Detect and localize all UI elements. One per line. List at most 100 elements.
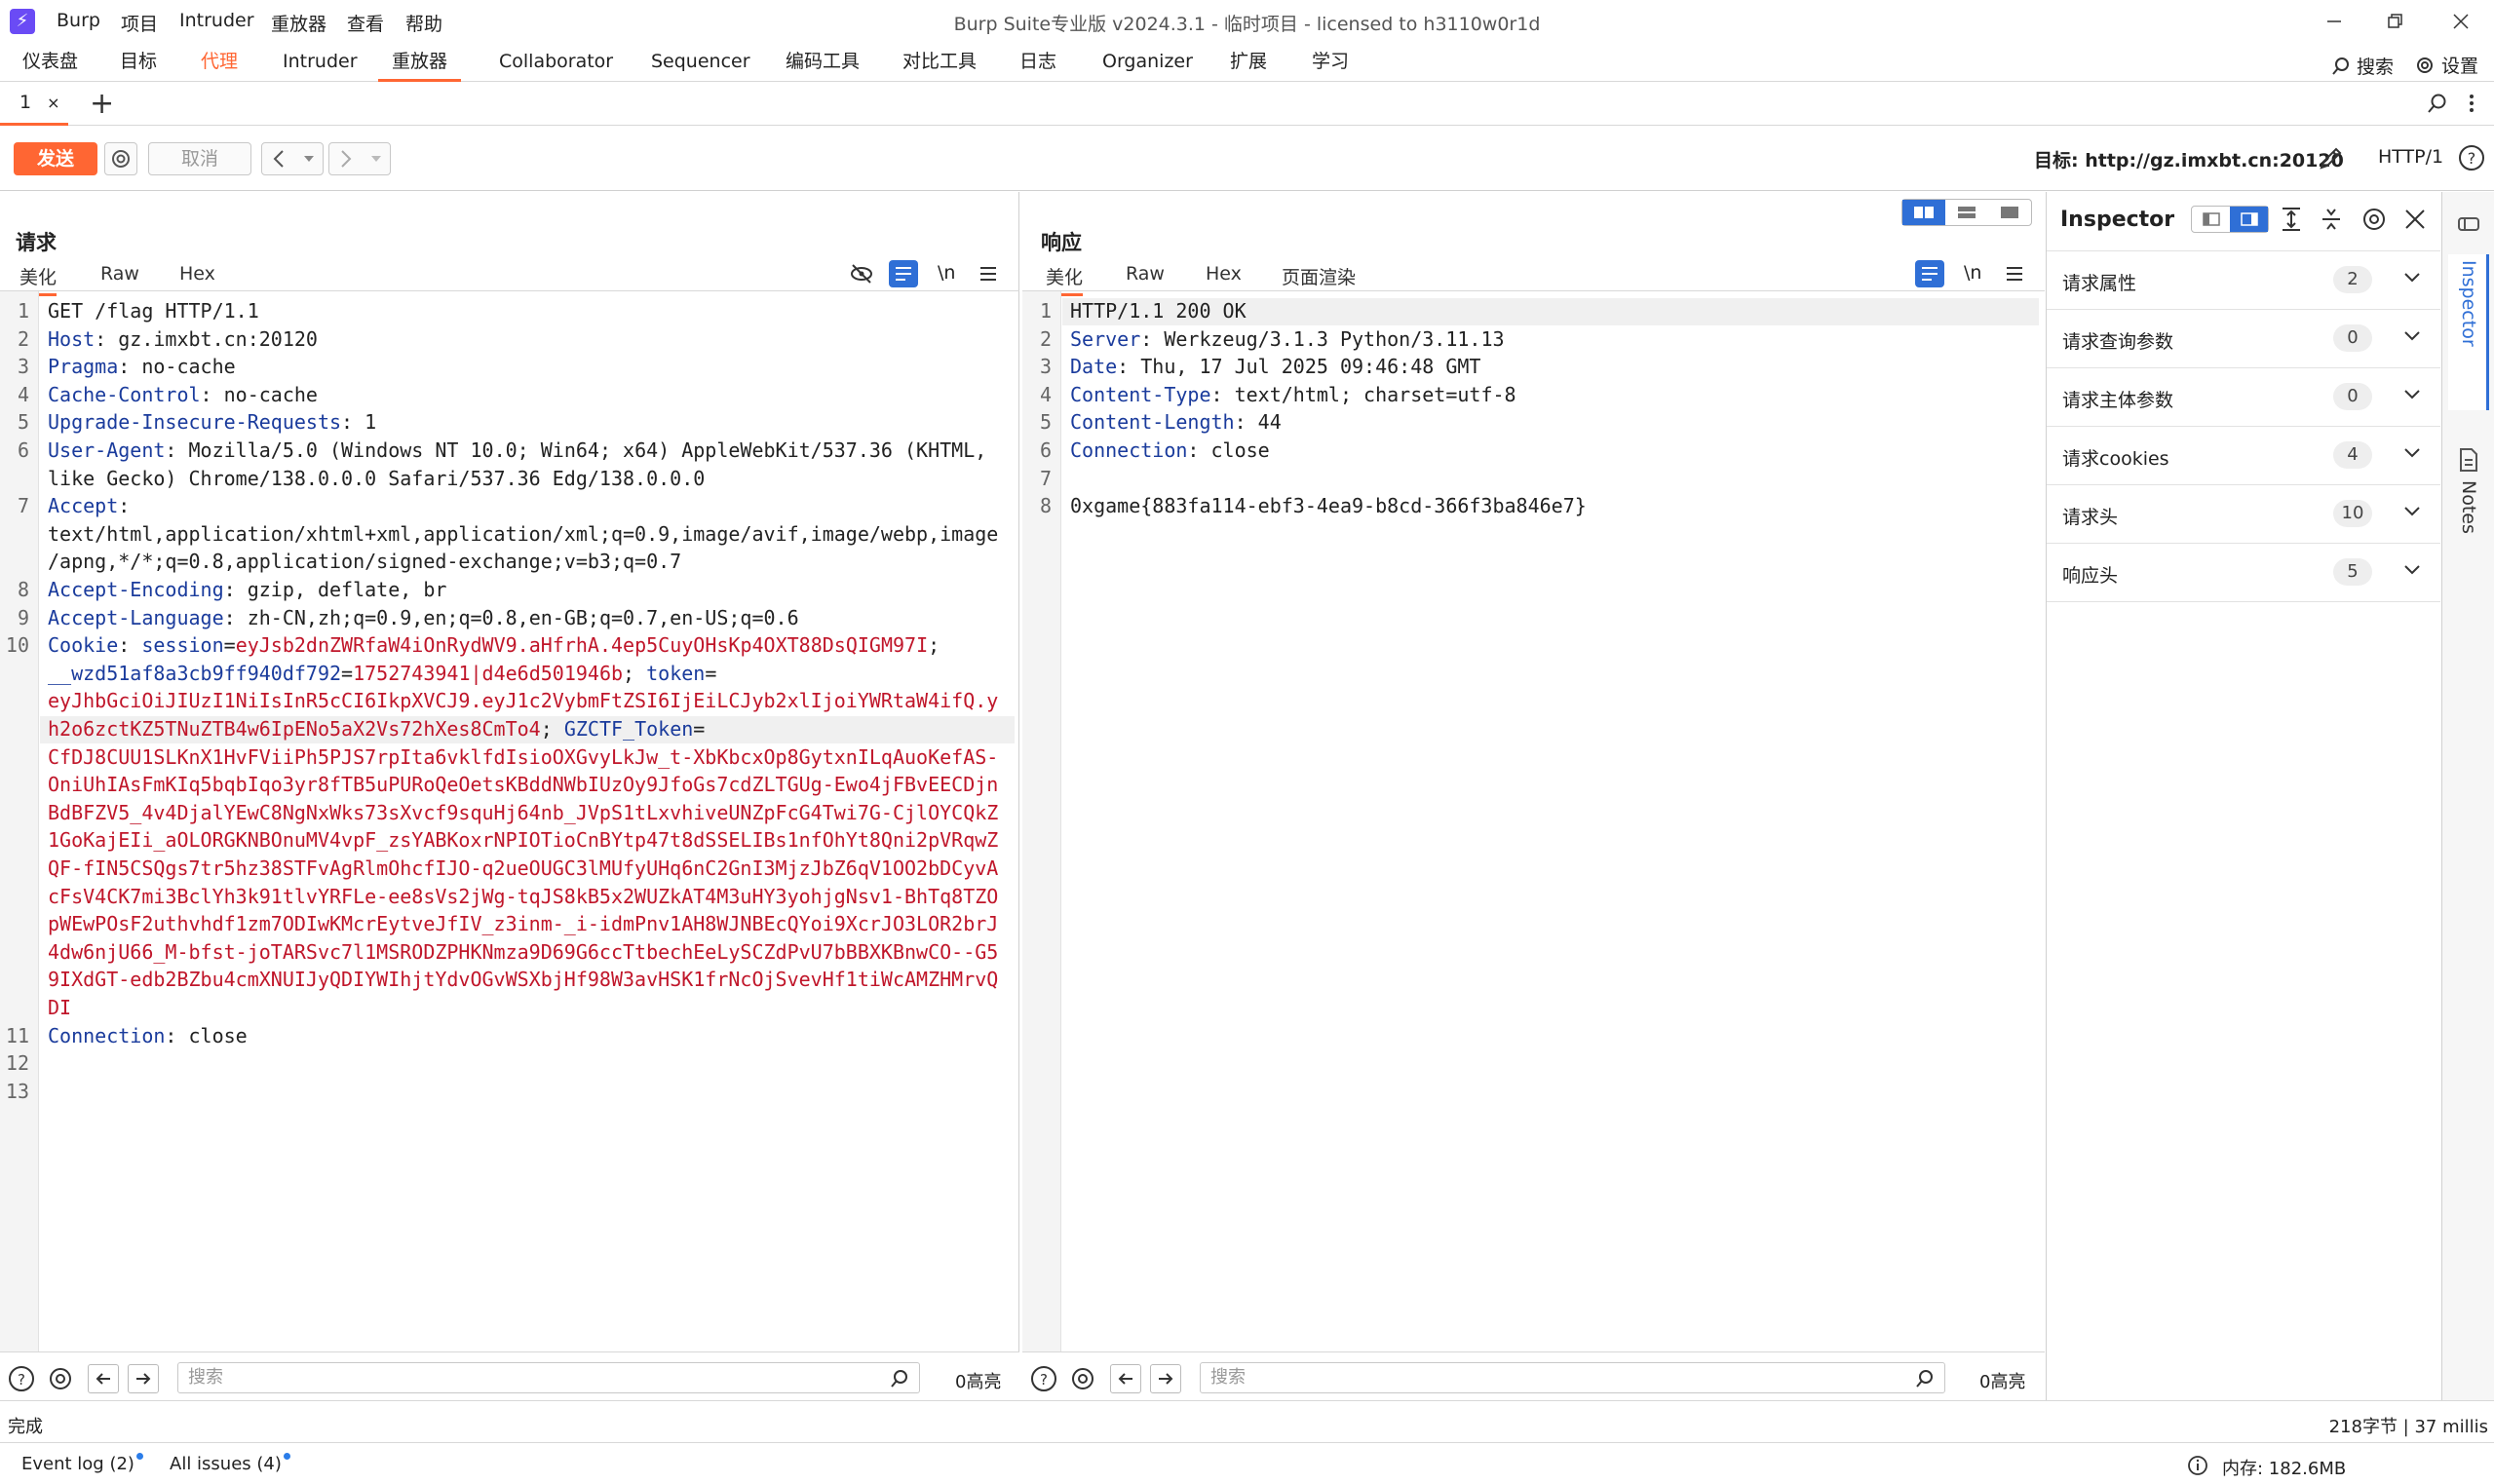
all-issues-button[interactable]: All issues (4) <box>170 1453 290 1474</box>
code-line: 0xgame{883fa114-ebf3-4ea9-b8cd-366f3ba84… <box>1070 492 1587 520</box>
inspector-layout-right-button[interactable] <box>2230 207 2268 232</box>
inspector-rail-tab[interactable]: Inspector <box>2448 254 2489 410</box>
history-forward-button[interactable] <box>328 142 391 175</box>
response-pane: 响应 美化 Raw Hex 页面渲染 \n 1 HTTP/1.1 200 OK 2 S… <box>1022 192 2045 1400</box>
tab-collaborator[interactable]: Collaborator <box>485 45 627 82</box>
code-line: GET /flag HTTP/1.1 <box>48 297 259 325</box>
inspector-row-request-headers[interactable]: 请求头 10 <box>2047 485 2440 544</box>
code-text: = <box>223 633 236 658</box>
send-settings-button[interactable] <box>104 142 137 175</box>
history-back-button[interactable] <box>261 142 324 175</box>
request-search-input[interactable]: 搜索 <box>177 1362 920 1393</box>
search-prev-button[interactable] <box>88 1364 119 1393</box>
search-prev-button[interactable] <box>1110 1364 1141 1393</box>
response-tab-render[interactable]: 页面渲染 <box>1282 263 1356 289</box>
global-search-button[interactable]: 搜索 <box>2331 53 2394 79</box>
send-button[interactable]: 发送 <box>14 142 97 175</box>
header-name: Host <box>48 326 96 351</box>
response-menu-icon[interactable] <box>2005 264 2024 284</box>
event-log-button[interactable]: Event log (2) <box>21 1453 143 1474</box>
hide-nonprintable-icon[interactable] <box>849 262 874 285</box>
global-settings-button[interactable]: 设置 <box>2414 52 2478 78</box>
notification-dot <box>135 1453 143 1460</box>
wrap-lines-toggle[interactable] <box>1915 260 1944 287</box>
tab-logger[interactable]: 日志 <box>1006 45 1070 82</box>
cookie-value: BdBFZV5_4v4DjalYEwC8NgNxWks73sXvcf9squHj… <box>48 800 999 824</box>
layout-tabs-button[interactable] <box>1988 200 2031 225</box>
response-tab-raw[interactable]: Raw <box>1126 263 1165 285</box>
show-newlines-toggle[interactable]: \n <box>938 262 955 284</box>
close-window-button[interactable] <box>2441 6 2480 37</box>
code-text: ; <box>928 633 940 658</box>
code-text: : <box>118 633 142 658</box>
inspector-row-label: 请求查询参数 <box>2062 331 2174 353</box>
response-search-input[interactable]: 搜索 <box>1200 1362 1945 1393</box>
layout-side-by-side-button[interactable] <box>1902 200 1945 225</box>
tab-learn[interactable]: 学习 <box>1298 45 1362 82</box>
arrow-right-icon <box>1159 1373 1173 1385</box>
request-menu-icon[interactable] <box>978 264 998 284</box>
collapse-all-icon[interactable] <box>2320 207 2343 232</box>
layout-stacked-button[interactable] <box>1945 200 1988 225</box>
gear-icon[interactable] <box>1069 1365 1096 1392</box>
tab-sequencer[interactable]: Sequencer <box>637 45 764 82</box>
request-tab-raw[interactable]: Raw <box>100 263 139 285</box>
inspector-row-query-params[interactable]: 请求查询参数 0 <box>2047 310 2440 368</box>
close-tab-icon[interactable]: × <box>47 94 59 112</box>
tab-search-icon[interactable] <box>2427 93 2448 114</box>
line-number: 1 <box>17 299 29 323</box>
tab-organizer[interactable]: Organizer <box>1089 45 1207 82</box>
tab-intruder[interactable]: Intruder <box>269 45 371 82</box>
notification-dot <box>283 1453 290 1460</box>
edit-target-icon[interactable] <box>2318 144 2345 171</box>
expand-all-icon[interactable] <box>2280 207 2303 232</box>
tab-comparer[interactable]: 对比工具 <box>889 45 990 82</box>
line-number: 2 <box>1039 326 1052 351</box>
notes-rail-tab[interactable]: Notes <box>2458 480 2479 534</box>
inspector-row-body-params[interactable]: 请求主体参数 0 <box>2047 368 2440 427</box>
search-next-button[interactable] <box>1150 1364 1181 1393</box>
inspector-layout-left-button[interactable] <box>2192 207 2230 232</box>
inspector-row-count: 5 <box>2333 558 2372 586</box>
code-line: CfDJ8CUU1SLKnX1HvFViiPh5PJS7rpIta6vklfdI… <box>48 743 998 772</box>
tab-repeater[interactable]: 重放器 <box>378 45 462 82</box>
help-icon[interactable]: ? <box>1030 1365 1057 1392</box>
tab-decoder[interactable]: 编码工具 <box>772 45 873 82</box>
code-line: QF-fIN5CSQgs7tr5hz38STFvAgRlmOhcfIJO-q2u… <box>48 855 998 883</box>
help-icon[interactable]: ? <box>8 1365 35 1392</box>
request-tab-hex[interactable]: Hex <box>179 263 215 285</box>
add-tab-button[interactable]: + <box>90 87 114 121</box>
show-newlines-toggle[interactable]: \n <box>1964 262 1981 284</box>
cookie-value: QF-fIN5CSQgs7tr5hz38STFvAgRlmOhcfIJO-q2u… <box>48 856 999 880</box>
cookie-value: h2o6zctKZ5TNuZTB4w6IpENo5aX2Vs72hXes8CmT… <box>48 717 541 741</box>
more-options-icon[interactable] <box>2468 93 2475 114</box>
response-tab-hex[interactable]: Hex <box>1206 263 1242 285</box>
gear-icon[interactable] <box>47 1365 74 1392</box>
cancel-button[interactable]: 取消 <box>148 142 251 175</box>
tab-target[interactable]: 目标 <box>106 45 171 82</box>
search-icon <box>891 1370 907 1388</box>
tab-proxy[interactable]: 代理 <box>187 45 251 82</box>
arrow-left-icon <box>96 1373 110 1385</box>
repeater-tab-1[interactable]: 1 × <box>0 83 68 126</box>
close-icon[interactable] <box>2403 208 2427 231</box>
rows-icon <box>1958 207 1976 218</box>
help-icon[interactable]: ? <box>2458 144 2485 171</box>
tab-dashboard[interactable]: 仪表盘 <box>9 45 92 82</box>
inspector-row-cookies[interactable]: 请求cookies 4 <box>2047 427 2440 485</box>
line-number: 8 <box>17 578 29 601</box>
code-line: User-Agent: Mozilla/5.0 (Windows NT 10.0… <box>48 437 986 465</box>
minimize-button[interactable] <box>2315 6 2354 37</box>
inspector-row-request-attributes[interactable]: 请求属性 2 <box>2047 251 2440 310</box>
search-next-button[interactable] <box>128 1364 159 1393</box>
http-version-toggle[interactable]: HTTP/1 <box>2378 146 2443 168</box>
header-name: Accept-Language <box>48 605 224 629</box>
cookie-value: eyJsb2dnZWRfaW4iOnRydWV9.aHfrhA.4ep5CuyO… <box>235 633 929 658</box>
inspector-row-response-headers[interactable]: 响应头 5 <box>2047 544 2440 602</box>
tab-extensions[interactable]: 扩展 <box>1216 45 1281 82</box>
line-number: 10 <box>5 633 29 658</box>
wrap-lines-toggle[interactable] <box>889 260 918 287</box>
gear-icon[interactable] <box>2360 206 2388 233</box>
restore-button[interactable] <box>2376 6 2415 37</box>
code-text: : close <box>1187 438 1270 462</box>
